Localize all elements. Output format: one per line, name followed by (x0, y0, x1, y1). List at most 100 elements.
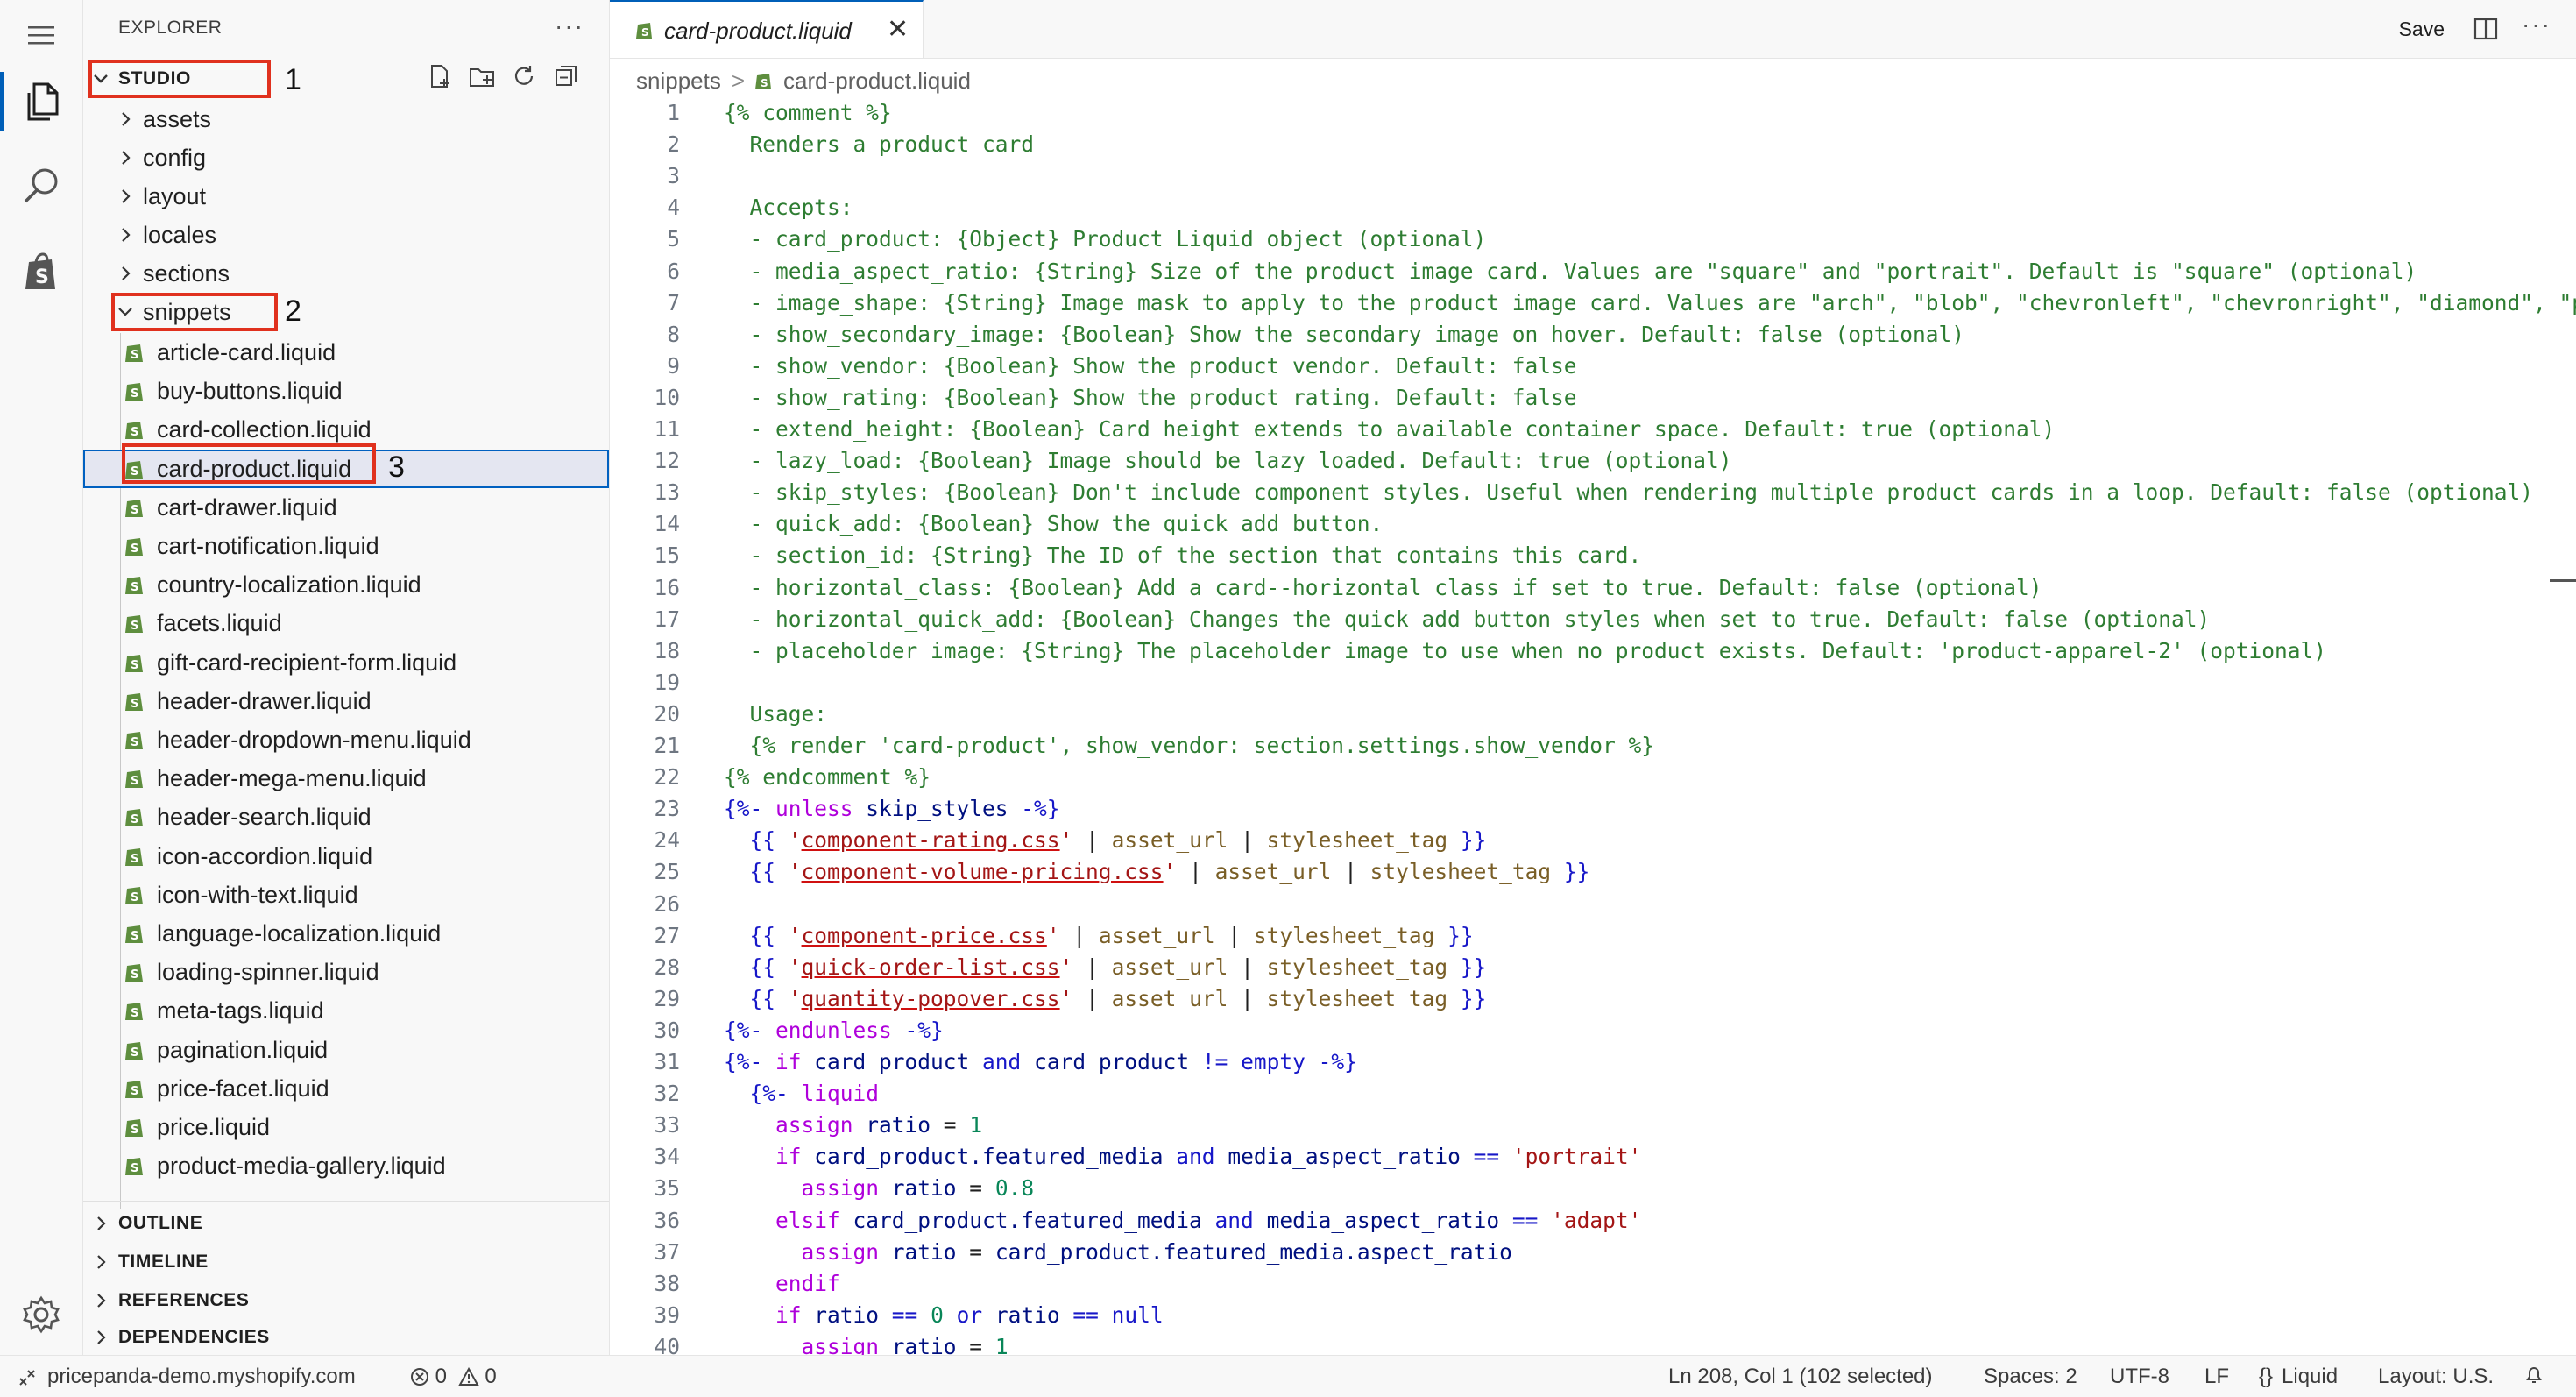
line-number: 36 (654, 1208, 680, 1233)
snippet-file-item[interactable]: Sgift-card-recipient-form.liquid (83, 643, 609, 682)
line-number: 31 (654, 1049, 680, 1074)
code-token: ratio (801, 1302, 892, 1328)
code-token: {{ (749, 986, 789, 1011)
liquid-file-icon: S (125, 538, 143, 556)
code-token: {%- (749, 1081, 802, 1106)
svg-text:S: S (641, 26, 649, 39)
code-token: stylesheet_tag (1266, 827, 1448, 853)
snippet-file-item[interactable]: Sicon-accordion.liquid (83, 837, 609, 876)
snippet-file-item[interactable]: Slanguage-localization.liquid (83, 914, 609, 953)
code-token: = (969, 1334, 995, 1355)
code-token: ' (788, 923, 802, 948)
status-bar: pricepanda-demo.myshopify.com 0 0 Ln 208… (0, 1355, 2576, 1397)
folder-label: sections (143, 259, 230, 287)
snippet-file-item[interactable]: Sloading-spinner.liquid (83, 953, 609, 991)
timeline-section[interactable]: TIMELINE (83, 1243, 609, 1281)
line-number: 1 (667, 100, 680, 125)
references-section[interactable]: REFERENCES (83, 1281, 609, 1320)
split-editor-icon[interactable] (2473, 16, 2499, 42)
chevron-right-icon (122, 112, 131, 126)
close-tab-icon[interactable]: ✕ (887, 14, 909, 45)
save-button[interactable]: Save (2399, 18, 2445, 41)
code-line: 16 - horizontal_class: {Boolean} Add a c… (610, 572, 2576, 604)
menu-icon[interactable] (0, 0, 82, 70)
snippet-file-item[interactable]: Sicon-with-text.liquid (83, 876, 609, 914)
section-label: TIMELINE (118, 1252, 209, 1272)
new-folder-icon[interactable] (469, 63, 495, 89)
line-number: 5 (667, 226, 680, 252)
remote-indicator-icon[interactable] (18, 1365, 37, 1389)
code-token: if (775, 1302, 802, 1328)
dependencies-section[interactable]: DEPENDENCIES (83, 1320, 609, 1355)
snippet-file-item[interactable]: Sheader-dropdown-menu.liquid (83, 720, 609, 759)
snippet-file-item[interactable]: Smeta-tags.liquid (83, 991, 609, 1030)
code-line: 6 - media_aspect_ratio: {String} Size of… (610, 256, 2576, 287)
search-icon[interactable] (0, 151, 82, 221)
snippet-file-item[interactable]: Sarticle-card.liquid (83, 333, 609, 372)
code-text: - horizontal_quick_add: {Boolean} Change… (724, 606, 2211, 632)
code-text: {%- liquid (724, 1078, 880, 1110)
settings-gear-icon[interactable] (0, 1280, 82, 1350)
remote-host[interactable]: pricepanda-demo.myshopify.com (47, 1365, 356, 1389)
refresh-icon[interactable] (511, 63, 537, 89)
snippet-file-item[interactable]: Scountry-localization.liquid (83, 565, 609, 604)
snippet-file-item[interactable]: Sheader-drawer.liquid (83, 682, 609, 720)
folder-layout[interactable]: layout (83, 177, 609, 216)
svg-text:S: S (131, 620, 138, 633)
file-label: facets.liquid (157, 609, 282, 636)
tab-card-product[interactable]: S card-product.liquid ✕ (610, 0, 924, 58)
code-text: assign ratio = 1 (724, 1331, 1008, 1355)
cursor-position[interactable]: Ln 208, Col 1 (102 selected) (1668, 1365, 1933, 1389)
notifications-bell-icon[interactable] (2523, 1365, 2544, 1392)
folder-config[interactable]: config (83, 138, 609, 177)
folder-sections[interactable]: sections (83, 254, 609, 293)
indentation[interactable]: Spaces: 2 (1984, 1365, 2077, 1389)
file-label: icon-with-text.liquid (157, 881, 358, 908)
svg-text:S: S (131, 426, 138, 439)
line-ending[interactable]: LF (2204, 1365, 2229, 1389)
warning-icon (458, 1366, 479, 1386)
snippet-file-item[interactable]: Sbuy-buttons.liquid (83, 372, 609, 410)
problems-indicator[interactable]: 0 0 (410, 1365, 497, 1389)
breadcrumb-folder[interactable]: snippets (636, 67, 721, 95)
line-number: 33 (654, 1112, 680, 1138)
folder-assets[interactable]: assets (83, 100, 609, 138)
snippet-file-item[interactable]: Sfacets.liquid (83, 604, 609, 642)
snippet-file-item[interactable]: Sprice-facet.liquid (83, 1069, 609, 1108)
code-text: - quick_add: {Boolean} Show the quick ad… (724, 511, 1384, 536)
new-file-icon[interactable] (427, 63, 453, 89)
shopify-bag-icon[interactable]: S (0, 237, 82, 307)
code-token: assign (775, 1112, 853, 1138)
liquid-file-icon: S (125, 500, 143, 517)
file-label: header-mega-menu.liquid (157, 764, 427, 791)
file-label: article-card.liquid (157, 338, 336, 365)
editor-more-actions-icon[interactable]: ··· (2522, 11, 2551, 39)
encoding[interactable]: UTF-8 (2110, 1365, 2169, 1389)
explorer-files-icon[interactable] (0, 67, 82, 137)
snippet-file-item[interactable]: Sheader-mega-menu.liquid (83, 759, 609, 798)
line-number: 26 (654, 891, 680, 917)
code-editor[interactable]: 1 {% comment %} 2 Renders a product card 3 4… (610, 97, 2576, 1355)
snippet-file-item[interactable]: Scart-drawer.liquid (83, 488, 609, 527)
line-number: 12 (654, 448, 680, 473)
code-token: component-rating.css (801, 827, 1060, 853)
code-token: 1 (969, 1112, 983, 1138)
svg-text:S: S (131, 930, 138, 943)
snippet-file-item[interactable]: Sprice.liquid (83, 1108, 609, 1146)
line-number: 37 (654, 1239, 680, 1265)
code-token: ' (788, 954, 802, 980)
breadcrumb-file[interactable]: card-product.liquid (783, 67, 971, 95)
language-mode[interactable]: {} Liquid (2259, 1365, 2338, 1389)
snippet-file-item[interactable]: Sproduct-media-gallery.liquid (83, 1146, 609, 1185)
snippet-file-item[interactable]: Sheader-search.liquid (83, 798, 609, 836)
folder-locales[interactable]: locales (83, 216, 609, 254)
snippet-file-item[interactable]: Scart-notification.liquid (83, 527, 609, 565)
collapse-all-icon[interactable] (553, 63, 579, 89)
explorer-more-actions-icon[interactable]: ··· (555, 12, 584, 40)
snippet-file-item[interactable]: Spagination.liquid (83, 1031, 609, 1069)
code-line: 38 endif (610, 1268, 2576, 1300)
keyboard-layout[interactable]: Layout: U.S. (2378, 1365, 2494, 1389)
outline-section[interactable]: OUTLINE (83, 1204, 609, 1243)
code-token: -%} (1021, 796, 1060, 821)
code-line: 24 {{ 'component-rating.css' | asset_url… (610, 825, 2576, 856)
